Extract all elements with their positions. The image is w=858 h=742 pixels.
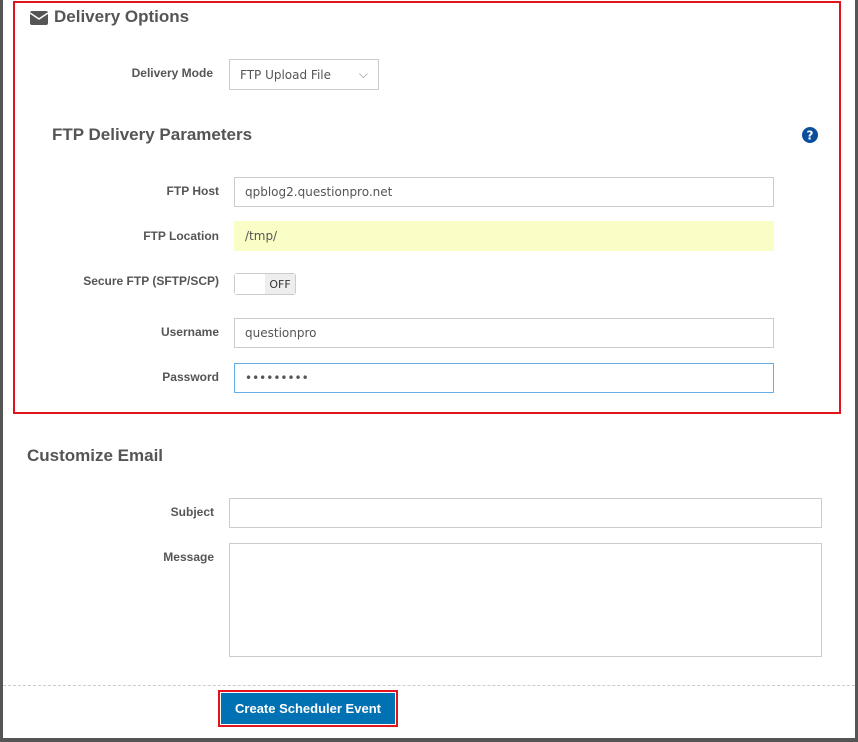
password-input[interactable]: ••••••••• [234, 363, 774, 393]
create-scheduler-event-button[interactable]: Create Scheduler Event [221, 693, 395, 724]
subject-label: Subject [170, 505, 214, 519]
divider [3, 685, 855, 686]
ftp-host-label: FTP Host [166, 184, 219, 198]
email-title: Customize Email [27, 446, 164, 465]
delivery-mode-label: Delivery Mode [131, 66, 213, 80]
delivery-title: Delivery Options [54, 7, 190, 26]
password-label: Password [162, 370, 219, 384]
scheduler-panel: Delivery Options Delivery Mode FTP Uploa… [3, 0, 855, 738]
svg-text:?: ? [807, 129, 814, 143]
help-icon[interactable]: ? [802, 127, 818, 143]
chevron-down-icon: ⌵ [358, 67, 368, 81]
secure-ftp-label: Secure FTP (SFTP/SCP) [83, 274, 219, 288]
envelope-icon [30, 11, 48, 25]
username-label: Username [160, 325, 219, 339]
message-label: Message [163, 550, 214, 564]
ftp-title: FTP Delivery Parameters [52, 125, 253, 144]
delivery-mode-select[interactable]: FTP Upload File ⌵ [229, 59, 379, 90]
subject-input[interactable] [229, 498, 822, 528]
username-input[interactable]: questionpro [234, 318, 774, 348]
ftp-host-input[interactable]: qpblog2.questionpro.net [234, 177, 774, 207]
secure-ftp-toggle[interactable]: OFF [234, 273, 296, 295]
ftp-location-input[interactable]: /tmp/ [234, 221, 774, 251]
delivery-highlight [13, 1, 841, 414]
ftp-location-label: FTP Location [143, 229, 219, 243]
delivery-mode-value: FTP Upload File [240, 67, 332, 82]
toggle-state: OFF [265, 274, 295, 294]
message-textarea[interactable] [229, 543, 822, 657]
